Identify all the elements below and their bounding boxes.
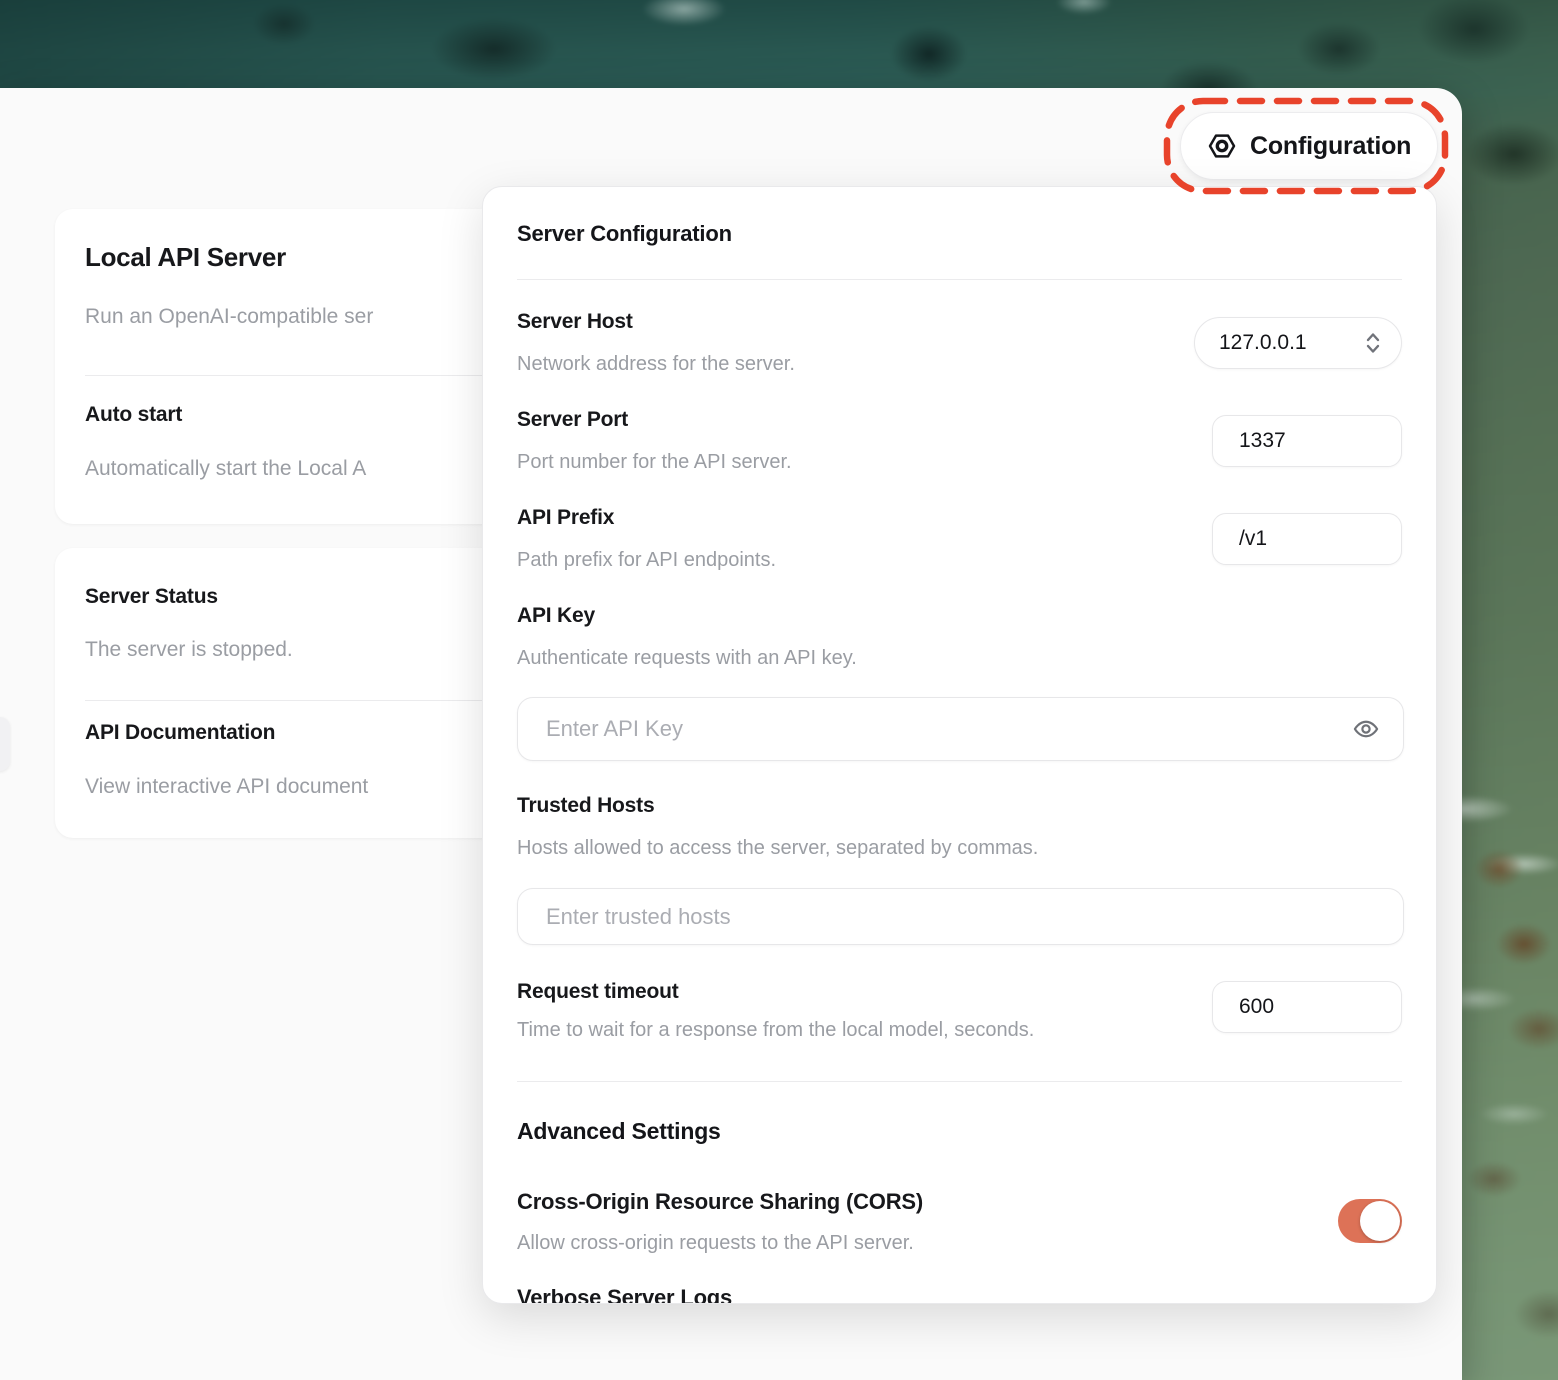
server-port-description: Port number for the API server. <box>517 451 792 473</box>
server-configuration-popover: Server Configuration Server Host Network… <box>482 186 1437 1304</box>
chevron-up-down-icon <box>1361 330 1385 356</box>
api-key-label: API Key <box>517 604 595 627</box>
card-title: Local API Server <box>85 242 286 272</box>
api-prefix-input[interactable] <box>1212 513 1402 565</box>
api-key-input[interactable] <box>517 697 1404 761</box>
cors-toggle-knob <box>1360 1201 1400 1241</box>
server-status-description: The server is stopped. <box>85 638 293 661</box>
cors-toggle[interactable] <box>1338 1199 1402 1243</box>
api-documentation-description: View interactive API document <box>85 775 369 798</box>
server-host-description: Network address for the server. <box>517 353 795 375</box>
api-prefix-label: API Prefix <box>517 506 615 529</box>
server-host-label: Server Host <box>517 310 633 333</box>
cors-label: Cross-Origin Resource Sharing (CORS) <box>517 1189 923 1214</box>
advanced-settings-title: Advanced Settings <box>517 1118 721 1144</box>
settings-hexagon-icon <box>1207 131 1237 161</box>
popover-title: Server Configuration <box>517 221 732 246</box>
divider <box>517 1081 1402 1082</box>
request-timeout-label: Request timeout <box>517 980 679 1003</box>
server-host-select[interactable]: 127.0.0.1 <box>1194 317 1402 369</box>
trusted-hosts-description: Hosts allowed to access the server, sepa… <box>517 837 1039 859</box>
auto-start-label: Auto start <box>85 403 183 426</box>
cors-description: Allow cross-origin requests to the API s… <box>517 1232 914 1254</box>
server-port-label: Server Port <box>517 408 629 431</box>
configuration-button[interactable]: Configuration <box>1180 112 1439 180</box>
reveal-api-key-button[interactable] <box>1346 709 1386 749</box>
api-prefix-description: Path prefix for API endpoints. <box>517 549 777 571</box>
auto-start-description: Automatically start the Local A <box>85 457 367 480</box>
request-timeout-input[interactable] <box>1212 981 1402 1033</box>
server-host-value: 127.0.0.1 <box>1219 331 1307 354</box>
divider <box>517 279 1402 280</box>
eye-icon <box>1352 715 1380 743</box>
sidebar-edge-stub <box>0 717 10 771</box>
screen: Local API Server Run an OpenAI-compatibl… <box>0 0 1558 1380</box>
configuration-button-label: Configuration <box>1250 131 1412 160</box>
api-documentation-label: API Documentation <box>85 721 276 744</box>
verbose-server-logs-label: Verbose Server Logs <box>517 1285 733 1304</box>
trusted-hosts-label: Trusted Hosts <box>517 794 655 817</box>
app-window: Local API Server Run an OpenAI-compatibl… <box>0 88 1462 1380</box>
trusted-hosts-input[interactable] <box>517 888 1404 945</box>
server-status-label: Server Status <box>85 585 218 608</box>
api-key-description: Authenticate requests with an API key. <box>517 647 857 669</box>
card-subtitle: Run an OpenAI-compatible ser <box>85 305 374 328</box>
request-timeout-description: Time to wait for a response from the loc… <box>517 1019 1035 1041</box>
server-port-input[interactable] <box>1212 415 1402 467</box>
